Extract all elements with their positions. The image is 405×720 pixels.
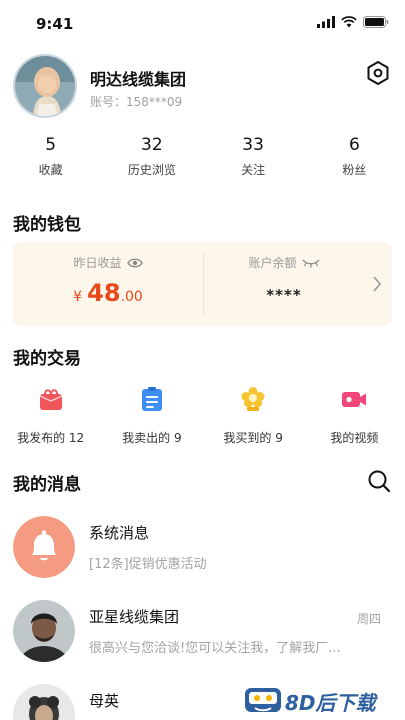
settings-button[interactable] bbox=[365, 60, 391, 86]
message-title: 亚星线缆集团 bbox=[89, 608, 180, 626]
message-preview: 很高兴与您洽谈!您可以关注我，了解我厂... bbox=[89, 641, 341, 656]
messages-title: 我的消息 bbox=[13, 475, 81, 495]
wallet-title: 我的钱包 bbox=[13, 215, 81, 235]
stat-label: 粉丝 bbox=[342, 163, 367, 177]
status-bar: 9:41 bbox=[0, 0, 405, 44]
avatar bbox=[13, 684, 75, 720]
stat-value: 33 bbox=[242, 135, 264, 155]
stats-row: 5 收藏 32 历史浏览 33 关注 6 粉丝 bbox=[0, 134, 405, 184]
yesterday-earnings-label: 昨日收益 bbox=[73, 256, 122, 270]
battery-icon bbox=[363, 16, 389, 28]
message-time: 周四 bbox=[356, 612, 381, 626]
clipboard-icon bbox=[141, 387, 162, 411]
status-time: 9:41 bbox=[36, 15, 74, 33]
trade-sold[interactable]: 我卖出的 9 bbox=[101, 383, 202, 445]
yesterday-earnings[interactable]: 昨日收益 ¥ 48.00 bbox=[13, 242, 203, 326]
trade-label: 我卖出的 9 bbox=[122, 431, 182, 445]
stat-value: 6 bbox=[348, 135, 360, 155]
watermark: 8D后下载 bbox=[239, 683, 399, 717]
stat-followers[interactable]: 6 粉丝 bbox=[304, 134, 405, 184]
system-message-avatar bbox=[13, 516, 75, 578]
avatar[interactable] bbox=[13, 54, 77, 118]
trade-label: 我发布的 12 bbox=[17, 431, 85, 445]
stat-value: 5 bbox=[45, 135, 57, 155]
wallet-card[interactable]: 昨日收益 ¥ 48.00 账户余额 **** bbox=[13, 242, 392, 326]
mascot-logo-icon bbox=[245, 688, 281, 712]
wifi-icon bbox=[341, 16, 357, 28]
status-icons bbox=[317, 16, 389, 28]
list-item-system-message[interactable]: 系统消息 [12条]促销优惠活动 bbox=[0, 516, 405, 588]
search-icon bbox=[368, 470, 391, 493]
stat-history[interactable]: 32 历史浏览 bbox=[101, 134, 202, 184]
profile-name: 明达线缆集团 bbox=[90, 70, 187, 89]
gift-icon bbox=[39, 389, 62, 410]
stat-favorites[interactable]: 5 收藏 bbox=[0, 134, 101, 184]
avatar bbox=[13, 600, 75, 662]
stat-label: 收藏 bbox=[38, 163, 63, 177]
stat-value: 32 bbox=[141, 135, 163, 155]
trade-published[interactable]: 我发布的 12 bbox=[0, 383, 101, 445]
trades-title: 我的交易 bbox=[13, 349, 81, 369]
eye-closed-icon[interactable] bbox=[301, 258, 320, 268]
settings-hexagon-icon bbox=[367, 61, 389, 85]
message-preview: [12条]促销优惠活动 bbox=[89, 557, 207, 572]
account-balance-label: 账户余额 bbox=[248, 256, 297, 270]
profile-account: 账号：158***09 bbox=[90, 95, 183, 109]
yesterday-earnings-amount: ¥ 48.00 bbox=[73, 279, 143, 307]
profile-header: 明达线缆集团 账号：158***09 bbox=[0, 52, 405, 124]
account-balance[interactable]: 账户余额 **** bbox=[204, 242, 364, 326]
list-item-message[interactable]: 亚星线缆集团 周四 很高兴与您洽谈!您可以关注我，了解我厂... bbox=[0, 600, 405, 672]
trades-row: 我发布的 12 我卖出的 9 我买到的 9 我的视频 bbox=[0, 383, 405, 445]
watermark-text: 8D后下载 bbox=[285, 691, 376, 715]
message-search-button[interactable] bbox=[367, 469, 391, 493]
message-title: 系统消息 bbox=[89, 524, 150, 542]
signal-icon bbox=[317, 16, 335, 28]
stat-following[interactable]: 33 关注 bbox=[203, 134, 304, 184]
trade-bought[interactable]: 我买到的 9 bbox=[203, 383, 304, 445]
trade-videos[interactable]: 我的视频 bbox=[304, 383, 405, 445]
eye-open-icon[interactable] bbox=[126, 257, 143, 269]
stat-label: 历史浏览 bbox=[127, 163, 176, 177]
trade-label: 我买到的 9 bbox=[223, 431, 283, 445]
chevron-right-icon[interactable] bbox=[372, 275, 382, 293]
stat-label: 关注 bbox=[241, 163, 266, 177]
video-icon bbox=[342, 392, 367, 407]
message-title: 母英 bbox=[89, 692, 120, 710]
flower-icon bbox=[241, 387, 265, 411]
bell-icon bbox=[13, 516, 75, 578]
account-balance-value: **** bbox=[266, 286, 302, 304]
trade-label: 我的视频 bbox=[330, 431, 379, 445]
